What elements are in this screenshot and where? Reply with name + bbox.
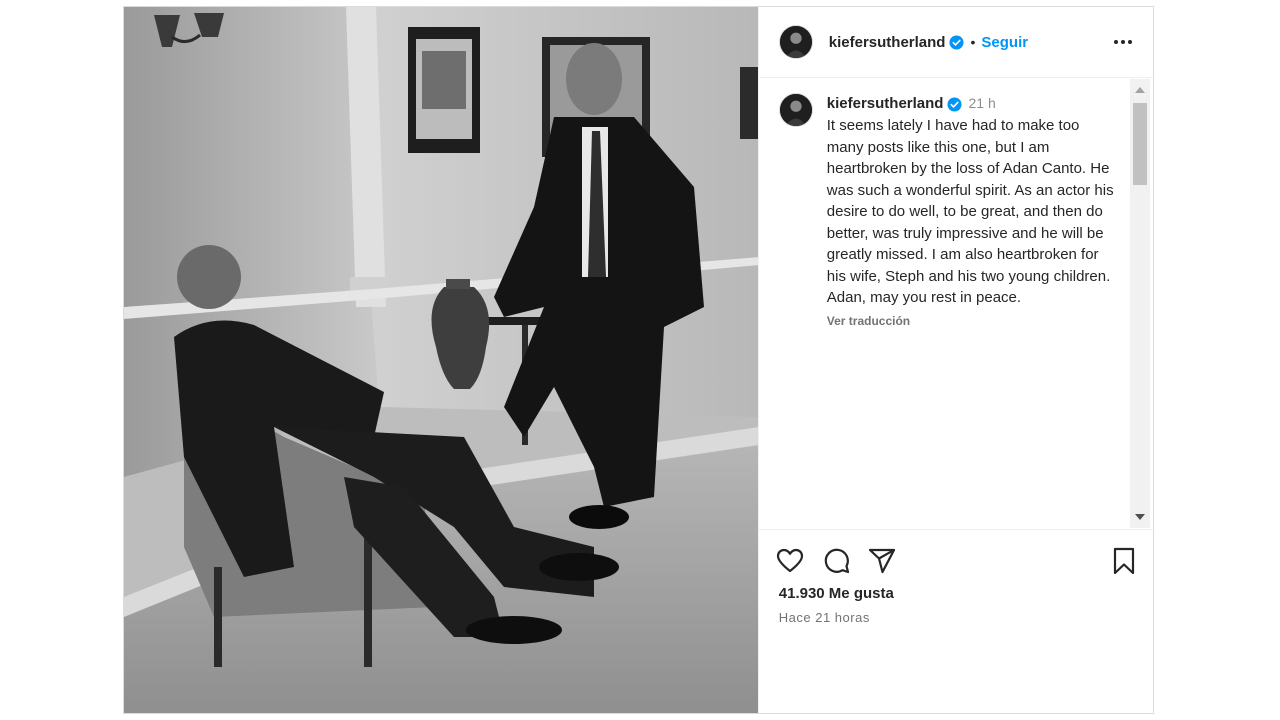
share-icon[interactable]	[867, 546, 897, 576]
post-photo[interactable]	[124, 7, 758, 713]
avatar-image	[779, 94, 812, 126]
action-bar	[775, 546, 1139, 576]
verified-badge-icon	[947, 96, 963, 112]
post-timestamp[interactable]: Hace 21 horas	[779, 610, 870, 625]
more-options-icon[interactable]	[1111, 32, 1135, 52]
caption-time[interactable]: 21 h	[968, 93, 995, 115]
comments-area[interactable]: kiefersutherland 21 h It seems lately I …	[759, 79, 1155, 528]
post-card: kiefersutherland • Seguir kiefersutherla…	[123, 6, 1155, 714]
author-username[interactable]: kiefersutherland	[829, 34, 946, 51]
author-avatar[interactable]	[778, 25, 813, 59]
bookmark-icon[interactable]	[1109, 546, 1139, 576]
heart-icon[interactable]	[775, 546, 805, 576]
header-separator: •	[970, 34, 976, 50]
comments-scrollbar[interactable]	[1130, 79, 1150, 528]
avatar-image	[779, 26, 812, 58]
caption: kiefersutherland 21 h It seems lately I …	[759, 79, 1155, 332]
see-translation-link[interactable]: Ver traducción	[827, 311, 1115, 333]
verified-badge-icon	[949, 34, 965, 50]
caption-head: kiefersutherland 21 h	[827, 93, 1115, 115]
follow-button[interactable]: Seguir	[981, 34, 1028, 51]
caption-body: kiefersutherland 21 h It seems lately I …	[827, 93, 1115, 332]
scroll-up-arrow-icon[interactable]	[1130, 81, 1150, 99]
scroll-down-arrow-icon[interactable]	[1130, 508, 1150, 526]
post-actions: 41.930 Me gusta Hace 21 horas	[758, 529, 1155, 713]
comment-icon[interactable]	[821, 546, 851, 576]
likes-count[interactable]: 41.930 Me gusta	[779, 585, 894, 602]
photo-scene	[124, 7, 758, 713]
post-sidebar: kiefersutherland • Seguir kiefersutherla…	[757, 7, 1155, 713]
caption-avatar[interactable]	[778, 93, 813, 127]
caption-username[interactable]: kiefersutherland	[827, 93, 944, 115]
post-header: kiefersutherland • Seguir	[758, 7, 1155, 78]
scrollbar-thumb[interactable]	[1133, 103, 1147, 185]
caption-text: It seems lately I have had to make too m…	[826, 117, 1114, 306]
